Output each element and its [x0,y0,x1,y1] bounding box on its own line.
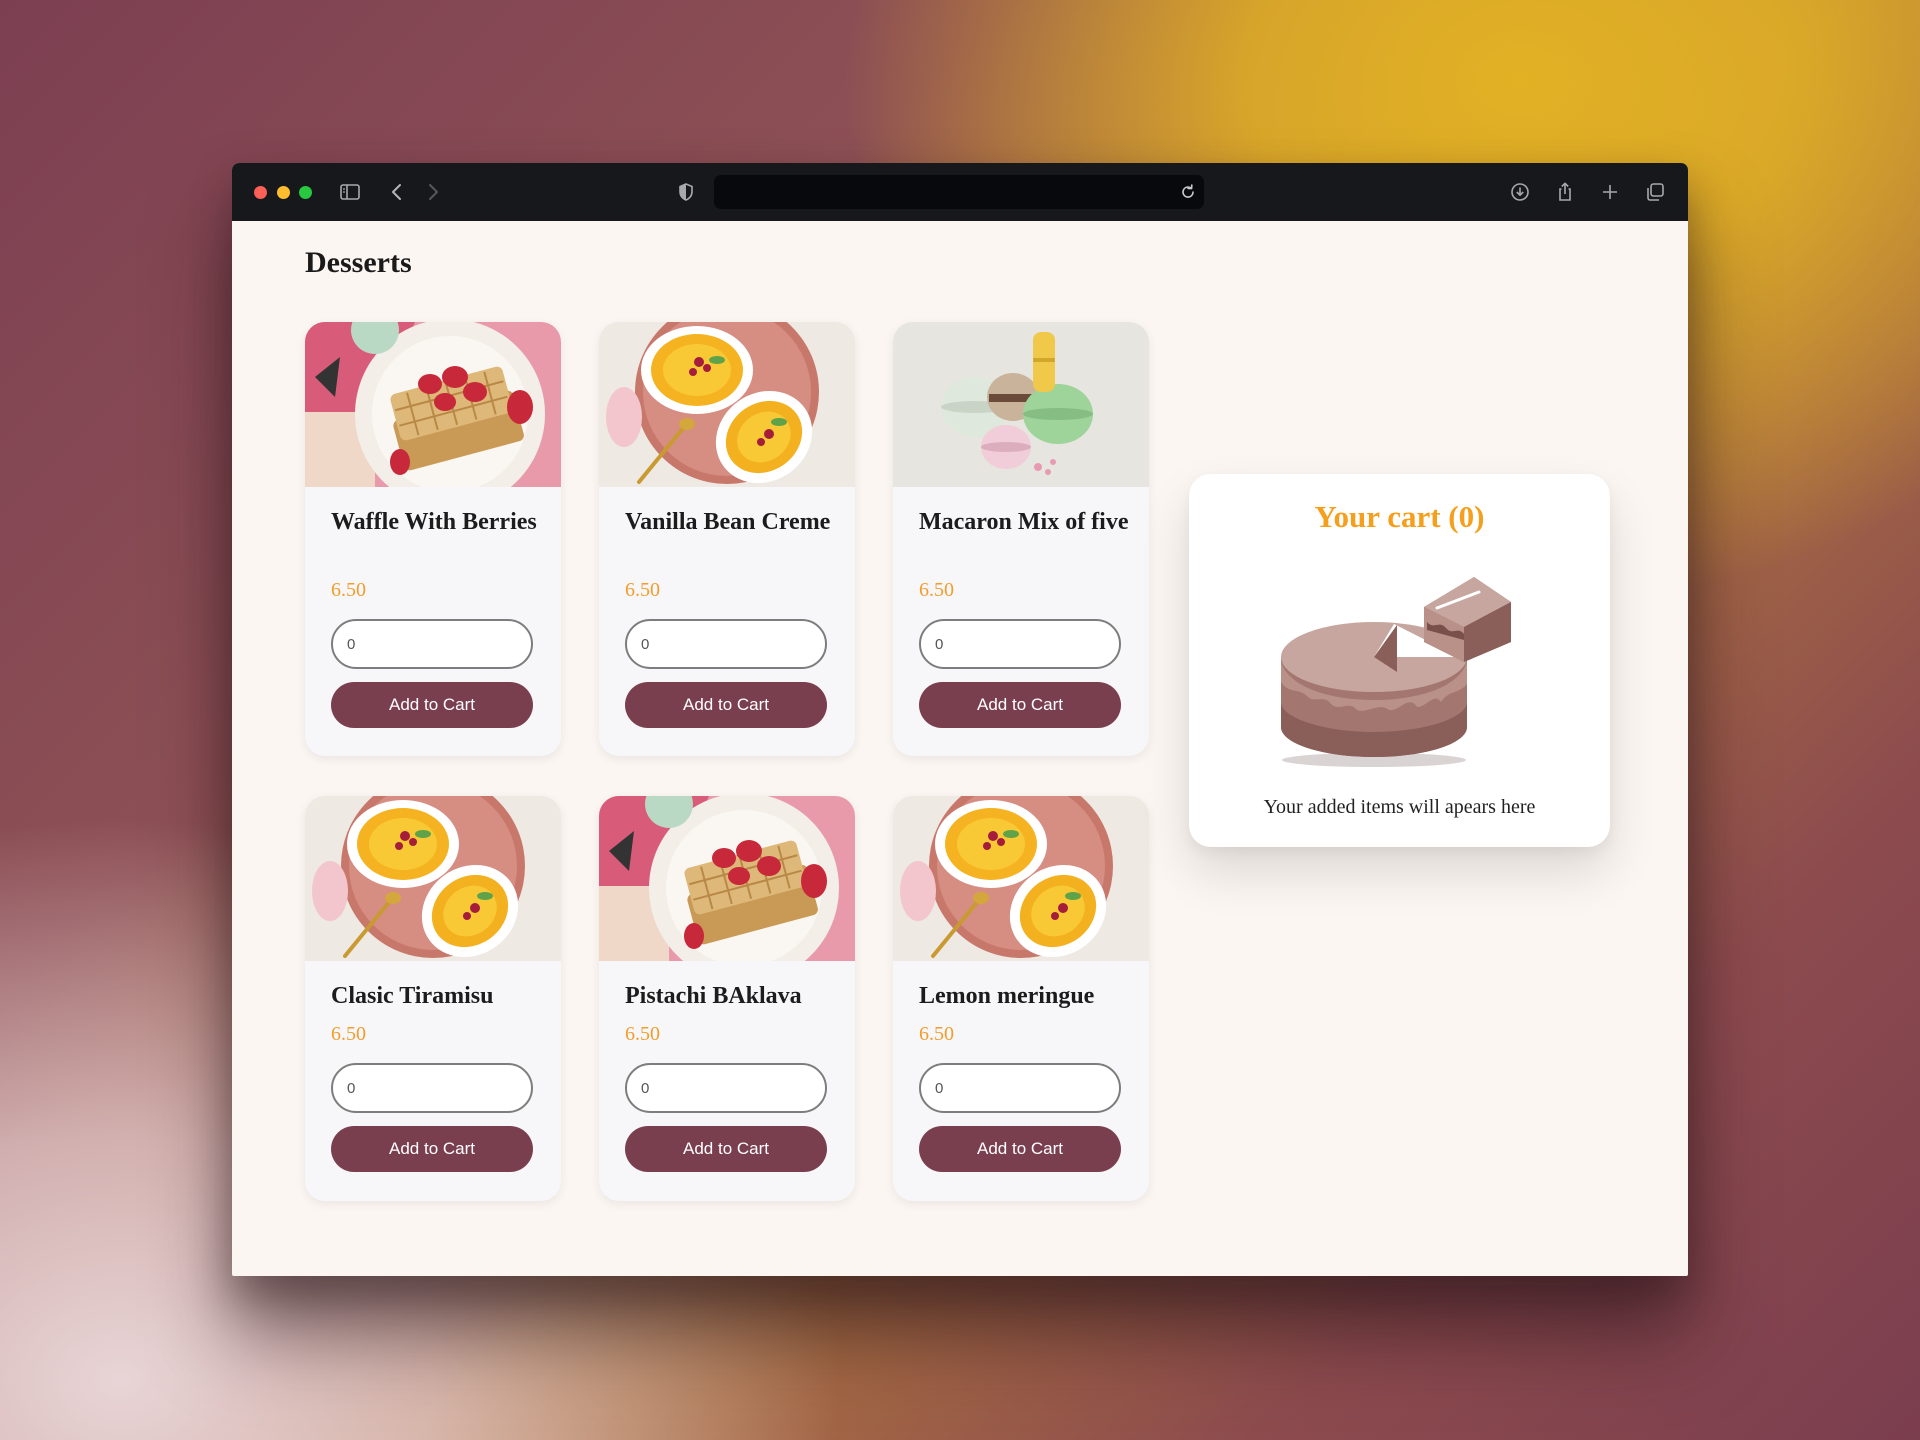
forward-icon[interactable] [421,180,445,204]
product-image-creme [599,322,855,487]
page-content: Desserts Waffle With Berries 6.50 0 Add … [232,221,1688,1276]
product-card: Clasic Tiramisu 6.50 Add to Cart [305,796,561,1201]
product-image-creme [305,796,561,961]
product-image-waffle [305,322,561,487]
downloads-icon[interactable] [1508,180,1532,204]
product-name: Waffle With Berries [331,509,537,535]
product-card: Pistachi BAklava 6.50 Add to Cart [599,796,855,1201]
quantity-input[interactable] [919,619,1121,669]
empty-cart-cake-icon [1269,562,1529,772]
page-title: Desserts [305,246,412,279]
quantity-input[interactable] [331,619,533,669]
product-card: Lemon meringue 6.50 Add to Cart [893,796,1149,1201]
add-to-cart-button[interactable]: Add to Cart [331,1126,533,1172]
share-icon[interactable] [1553,180,1577,204]
product-price: 6.50 [331,1023,366,1045]
product-name: Pistachi BAklava [625,983,802,1009]
quantity-input[interactable] [625,619,827,669]
product-name: Clasic Tiramisu [331,983,494,1009]
sidebar-toggle-icon[interactable] [338,180,362,204]
product-card: Waffle With Berries 6.50 Add to Cart [305,322,561,756]
cart-panel: Your cart (0) Your added items will apea… [1189,474,1610,847]
reload-icon[interactable] [1178,182,1198,202]
product-name: Macaron Mix of five [919,509,1129,535]
cart-empty-message: Your added items will apears here [1263,796,1536,818]
product-name: Vanilla Bean Creme [625,509,831,535]
new-tab-icon[interactable] [1598,180,1622,204]
product-price: 6.50 [331,579,366,601]
add-to-cart-button[interactable]: Add to Cart [919,1126,1121,1172]
tab-overview-icon[interactable] [1643,180,1667,204]
product-price: 6.50 [919,1023,954,1045]
address-bar[interactable] [714,175,1204,209]
privacy-shield-icon[interactable] [674,180,698,204]
add-to-cart-button[interactable]: Add to Cart [625,1126,827,1172]
product-name: Lemon meringue [919,983,1095,1009]
minimize-window-button[interactable] [277,186,290,199]
product-image-waffle [599,796,855,961]
add-to-cart-button[interactable]: Add to Cart [625,682,827,728]
zoom-window-button[interactable] [299,186,312,199]
product-card: Vanilla Bean Creme 6.50 Add to Cart [599,322,855,756]
product-image-creme [893,796,1149,961]
back-icon[interactable] [385,180,409,204]
product-price: 6.50 [625,579,660,601]
product-price: 6.50 [919,579,954,601]
browser-window: Desserts Waffle With Berries 6.50 0 Add … [232,163,1688,1276]
add-to-cart-button[interactable]: Add to Cart [331,682,533,728]
quantity-input[interactable] [625,1063,827,1113]
close-window-button[interactable] [254,186,267,199]
add-to-cart-button[interactable]: Add to Cart [919,682,1121,728]
product-image-macaron [893,322,1149,487]
quantity-input[interactable] [919,1063,1121,1113]
quantity-input[interactable] [331,1063,533,1113]
cart-title: Your cart (0) [1314,499,1485,534]
product-price: 6.50 [625,1023,660,1045]
product-card: Macaron Mix of five 6.50 Add to Cart [893,322,1149,756]
browser-toolbar [232,163,1688,221]
